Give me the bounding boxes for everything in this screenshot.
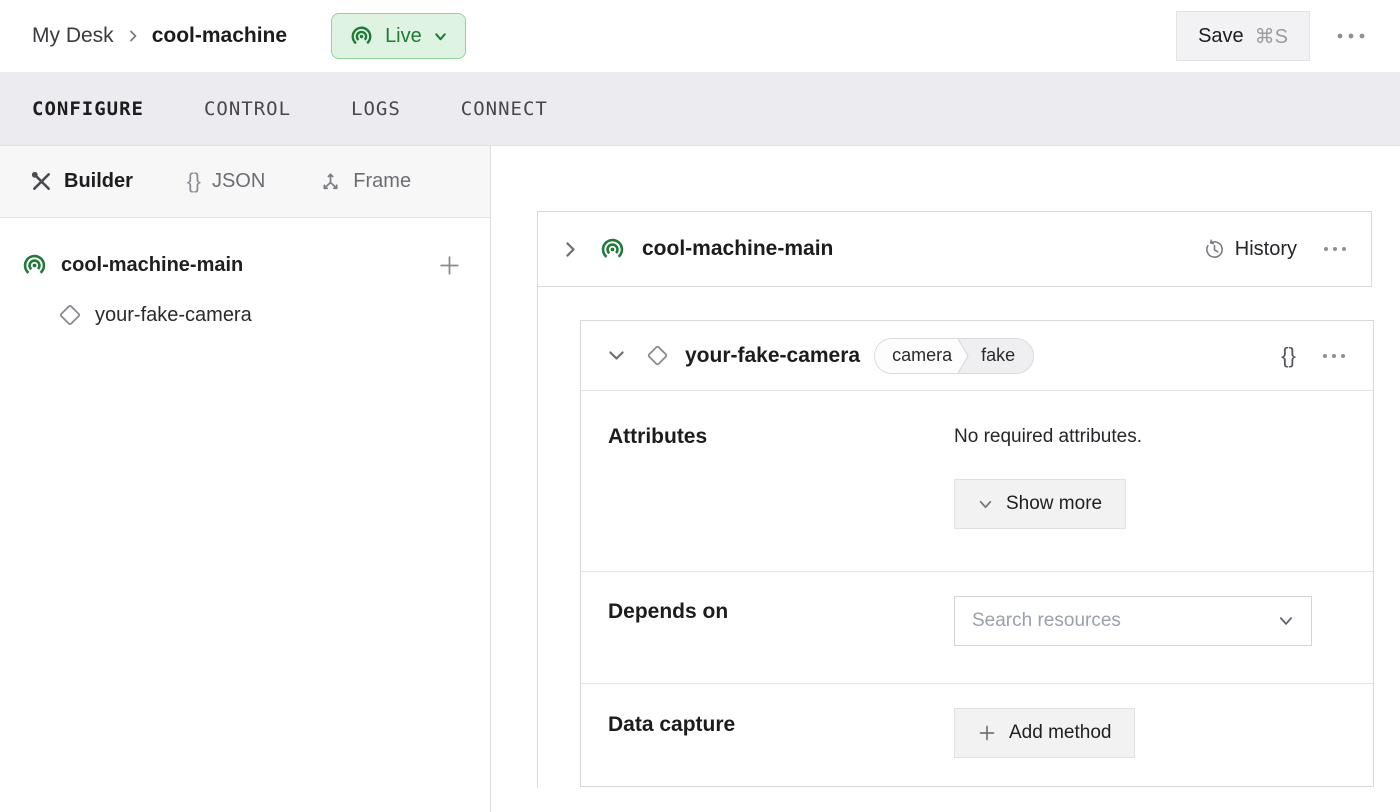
save-button-label: Save [1198, 25, 1244, 48]
data-capture-content: Add method [954, 684, 1135, 786]
component-diamond-icon [57, 302, 83, 328]
config-mode-tabs: Builder {} JSON Frame [0, 146, 490, 218]
save-button[interactable]: Save ⌘S [1176, 11, 1310, 61]
attributes-empty-text: No required attributes. [954, 426, 1142, 448]
component-model-tag: fake [973, 339, 1033, 373]
badge-divider-chevron [958, 339, 973, 373]
ellipsis-icon [1336, 32, 1366, 40]
show-more-label: Show more [1006, 493, 1102, 515]
search-resources-placeholder: Search resources [972, 610, 1278, 632]
save-shortcut-hint: ⌘S [1255, 24, 1288, 49]
mode-tab-label: Builder [64, 170, 133, 193]
attributes-content: No required attributes. Show more [954, 391, 1142, 571]
part-card-expand-button[interactable] [562, 241, 579, 258]
ellipsis-icon [1323, 246, 1347, 252]
attributes-section: Attributes No required attributes. Show … [581, 391, 1373, 571]
ellipsis-icon [1322, 353, 1346, 359]
mode-tab-frame[interactable]: Frame [319, 170, 411, 193]
component-card-header: your-fake-camera camera fake {} [581, 321, 1373, 391]
add-method-button[interactable]: Add method [954, 708, 1135, 758]
plus-icon [978, 724, 996, 742]
part-card-menu-button[interactable] [1323, 246, 1347, 252]
history-button-label: History [1235, 238, 1297, 261]
tab-control[interactable]: CONTROL [204, 98, 291, 120]
component-menu-button[interactable] [1322, 353, 1346, 359]
resource-tree: cool-machine-main your-fake-camera [0, 218, 490, 340]
machine-live-icon [599, 236, 626, 263]
machine-part-card: cool-machine-main History [537, 211, 1372, 287]
component-type-tag: camera [875, 339, 958, 373]
tab-configure[interactable]: CONFIGURE [32, 98, 144, 120]
frame-axes-icon [319, 170, 342, 193]
breadcrumb-chevron-icon [126, 29, 140, 43]
content-area: Builder {} JSON Frame [0, 146, 1400, 812]
component-type-model-badge: camera fake [874, 338, 1034, 374]
machine-live-icon [21, 252, 48, 279]
tab-connect[interactable]: CONNECT [461, 98, 548, 120]
config-sidebar: Builder {} JSON Frame [0, 146, 491, 812]
history-button[interactable]: History [1203, 238, 1297, 261]
chevron-down-icon [433, 29, 448, 44]
mode-tab-json[interactable]: {} JSON [187, 170, 265, 194]
show-more-button[interactable]: Show more [954, 479, 1126, 529]
breadcrumb-current-machine: cool-machine [152, 24, 287, 48]
builder-tools-icon [30, 170, 53, 193]
data-capture-label: Data capture [608, 684, 954, 786]
tree-item-label: cool-machine-main [61, 254, 243, 277]
edit-json-button[interactable]: {} [1281, 343, 1296, 369]
component-collapse-button[interactable] [608, 347, 625, 364]
part-card-title: cool-machine-main [642, 237, 833, 261]
machine-status-label: Live [385, 25, 422, 48]
tree-item-component[interactable]: your-fake-camera [0, 290, 490, 340]
add-resource-button[interactable] [437, 253, 462, 278]
depends-on-content: Search resources [954, 572, 1312, 683]
history-clock-icon [1203, 238, 1226, 261]
chevron-down-icon [1278, 613, 1294, 629]
machine-status-dropdown[interactable]: Live [331, 13, 466, 59]
live-broadcast-icon [349, 24, 374, 49]
component-card: your-fake-camera camera fake {} Attr [580, 320, 1374, 787]
mode-tab-label: Frame [353, 170, 411, 193]
depends-on-section: Depends on Search resources [581, 571, 1373, 683]
machine-nav-tabs: CONFIGURE CONTROL LOGS CONNECT [0, 72, 1400, 146]
add-method-label: Add method [1009, 722, 1111, 744]
chevron-down-icon [978, 497, 993, 512]
mode-tab-label: JSON [212, 170, 265, 193]
breadcrumb-root[interactable]: My Desk [32, 24, 114, 48]
top-bar: My Desk cool-machine Live Save ⌘S [0, 0, 1400, 72]
depends-on-search-select[interactable]: Search resources [954, 596, 1312, 646]
tree-item-label: your-fake-camera [95, 304, 252, 327]
config-main-panel: cool-machine-main History [491, 146, 1400, 812]
component-card-title: your-fake-camera [685, 344, 860, 368]
braces-icon: {} [187, 170, 201, 194]
depends-on-label: Depends on [608, 572, 954, 683]
mode-tab-builder[interactable]: Builder [30, 170, 133, 193]
data-capture-section: Data capture Add method [581, 683, 1373, 786]
component-diamond-icon [645, 343, 670, 368]
attributes-label: Attributes [608, 391, 954, 571]
chevron-down-icon [608, 347, 625, 364]
tree-connector-line [537, 287, 538, 788]
tree-item-machine-part[interactable]: cool-machine-main [0, 240, 490, 290]
plus-icon [437, 253, 462, 278]
chevron-right-icon [562, 241, 579, 258]
topbar-overflow-menu-button[interactable] [1336, 32, 1366, 40]
tab-logs[interactable]: LOGS [351, 98, 401, 120]
